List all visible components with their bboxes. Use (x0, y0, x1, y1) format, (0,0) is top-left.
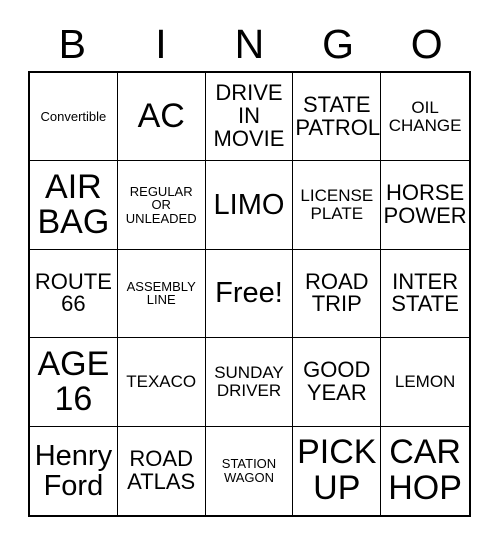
bingo-header-letter-o: O (410, 20, 443, 67)
bingo-cell-label: SUNDAY DRIVER (214, 363, 284, 400)
bingo-cell-label: CAR HOP (388, 433, 462, 507)
bingo-cell[interactable]: ROUTE 66 (30, 249, 118, 339)
bingo-cell-label: ROAD ATLAS (127, 445, 196, 494)
bingo-cell-label: ROUTE 66 (34, 268, 112, 317)
bingo-cell-label: STATION WAGON (221, 456, 277, 485)
bingo-cell[interactable]: INTER STATE (381, 249, 469, 339)
bingo-cell[interactable]: STATE PATROL (293, 73, 382, 162)
bingo-grid: Convertible AC DRIVE IN MOVIE STATE PATROL O… (28, 71, 471, 517)
bingo-cell[interactable]: ROAD TRIP (293, 249, 382, 339)
bingo-cell-label: AIR BAG (37, 167, 110, 242)
bingo-card: B I N G O Convertible AC DRIVE IN MOVIE STA… (0, 0, 500, 544)
bingo-cell-label: HORSE POWER (383, 180, 467, 229)
bingo-cell-label: LIMO (213, 189, 285, 222)
bingo-header-letter-g: G (322, 20, 355, 67)
bingo-free-space[interactable]: Free! (205, 249, 294, 339)
bingo-cell-label: OIL CHANGE (388, 98, 462, 135)
bingo-cell[interactable]: PICK UP (293, 426, 382, 515)
bingo-header: B I N G O (28, 17, 471, 71)
bingo-cell[interactable]: AGE 16 (30, 338, 118, 427)
bingo-cell-label: REGULAR OR UNLEADED (125, 183, 197, 226)
bingo-cell-label: ASSEMBLY LINE (126, 278, 196, 308)
bingo-cell[interactable]: Convertible (30, 73, 118, 162)
bingo-cell[interactable]: OIL CHANGE (381, 73, 469, 162)
bingo-cell-label: DRIVE IN MOVIE (213, 80, 285, 152)
bingo-cell[interactable]: LEMON (381, 338, 469, 427)
bingo-cell[interactable]: LIMO (205, 161, 294, 250)
bingo-cell[interactable]: ROAD ATLAS (117, 426, 206, 515)
bingo-cell[interactable]: ASSEMBLY LINE (117, 249, 206, 339)
bingo-cell-label: GOOD YEAR (303, 357, 371, 405)
bingo-cell-label: LEMON (394, 372, 456, 392)
bingo-header-letter-b: B (58, 20, 86, 67)
bingo-cell-label: ROAD TRIP (305, 268, 369, 317)
bingo-cell[interactable]: STATION WAGON (205, 426, 294, 515)
bingo-cell-label: TEXACO (126, 372, 197, 392)
bingo-cell[interactable]: CAR HOP (381, 426, 469, 515)
bingo-cell[interactable]: HORSE POWER (381, 161, 469, 250)
bingo-cell[interactable]: TEXACO (117, 338, 206, 427)
bingo-cell-label: INTER STATE (391, 268, 459, 317)
bingo-cell-label: AGE 16 (37, 344, 110, 418)
bingo-cell-label: Free! (215, 277, 283, 310)
bingo-cell-label: AC (137, 97, 185, 136)
bingo-cell-label: STATE PATROL (295, 91, 381, 140)
bingo-cell[interactable]: AIR BAG (30, 161, 118, 250)
bingo-cell[interactable]: LICENSE PLATE (293, 161, 382, 250)
bingo-cell-label: LICENSE PLATE (300, 186, 374, 224)
bingo-cell[interactable]: DRIVE IN MOVIE (205, 73, 294, 162)
bingo-cell[interactable]: Henry Ford (30, 426, 118, 515)
bingo-cell[interactable]: REGULAR OR UNLEADED (117, 161, 206, 250)
bingo-cell-label: PICK UP (297, 433, 377, 507)
bingo-header-letter-n: N (234, 20, 265, 67)
bingo-cell[interactable]: SUNDAY DRIVER (205, 338, 294, 427)
bingo-header-letter-i: I (155, 20, 167, 67)
bingo-cell[interactable]: GOOD YEAR (293, 338, 382, 427)
bingo-cell[interactable]: AC (117, 73, 206, 162)
bingo-cell-label: Henry Ford (34, 439, 113, 502)
bingo-cell-label: Convertible (40, 108, 107, 124)
